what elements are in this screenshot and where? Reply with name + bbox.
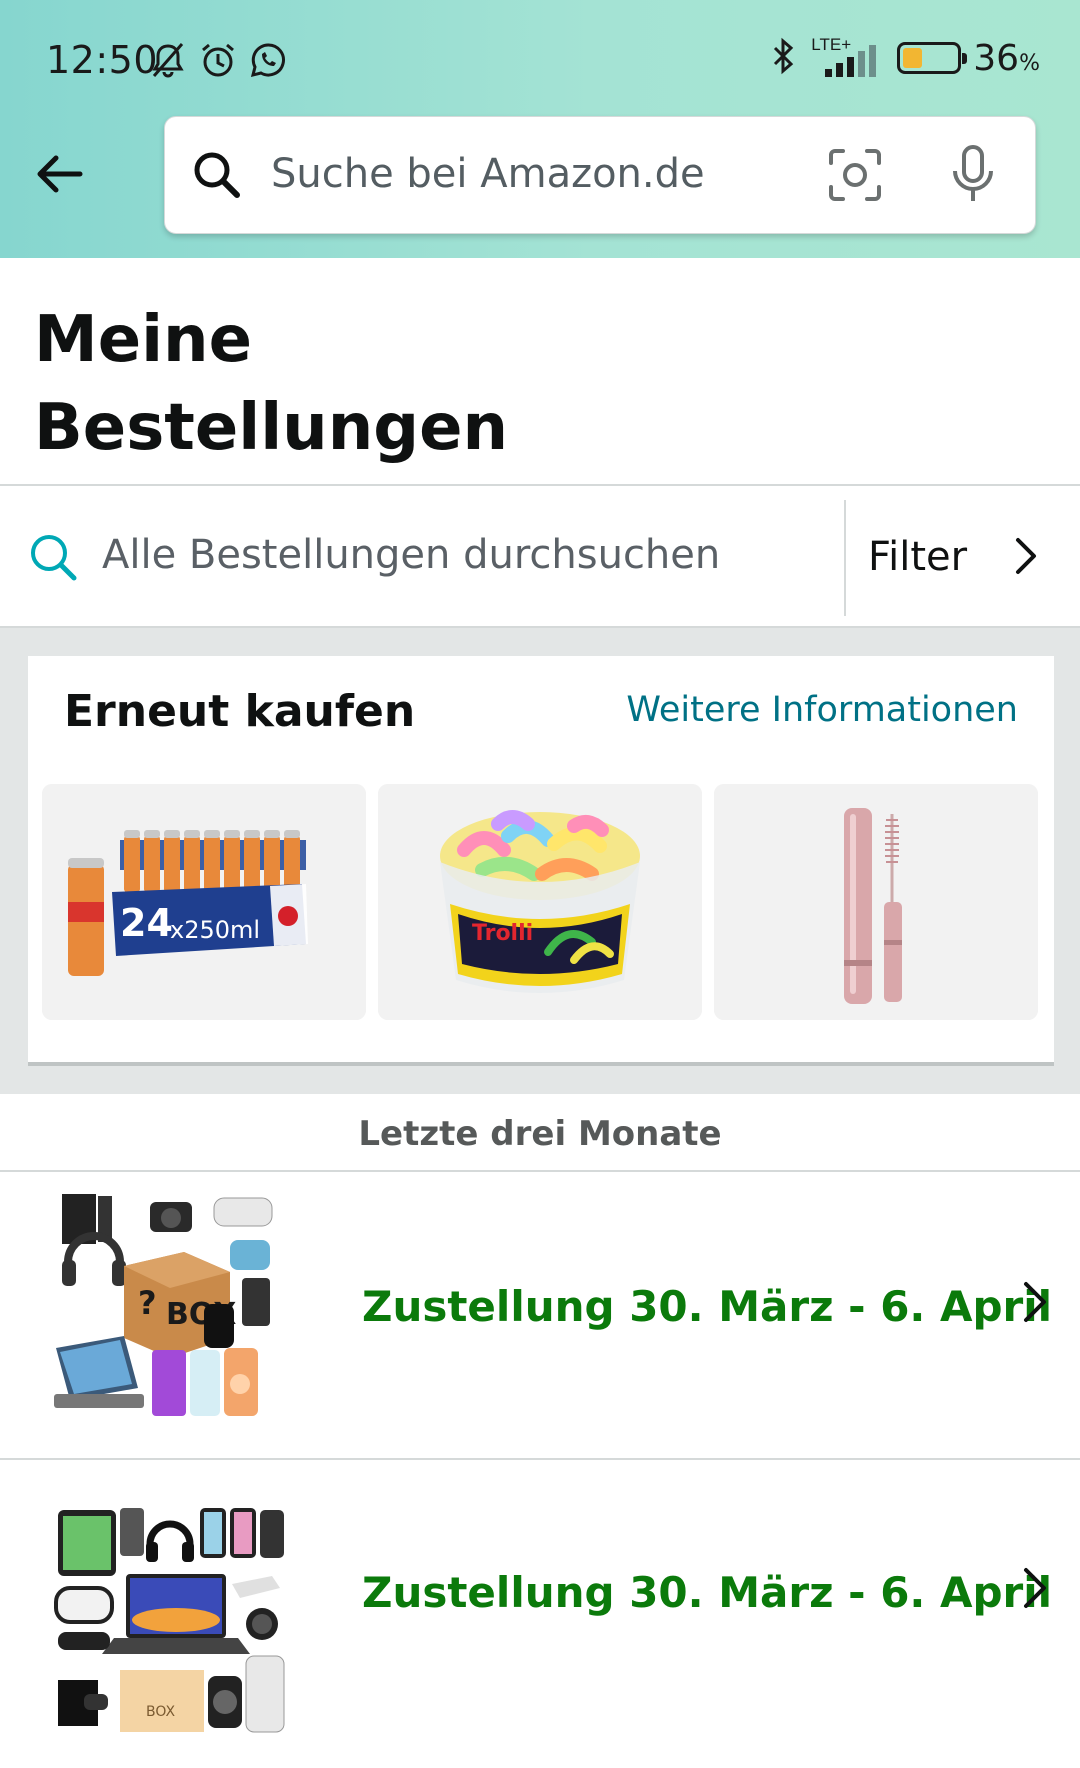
cellular-signal-icon: LTE+ [811,35,885,79]
buy-again-product-gummy-tub[interactable]: Trolli [378,784,702,1020]
order-search-row: Alle Bestellungen durchsuchen Filter [0,486,1080,626]
chevron-right-icon [1016,538,1036,574]
order-product-image: ? BOX [54,1188,290,1424]
page-title: Meine Bestellungen [34,303,509,465]
camera-scan-icon[interactable] [825,145,885,205]
arrow-left-icon [37,155,83,193]
energy-drink-pack-image: 24 x250ml [42,784,366,1020]
svg-text:BOX: BOX [146,1704,175,1720]
order-row[interactable]: ? BOX Zustellung 30. März - 6. April [0,1172,1080,1492]
buy-again-card: Erneut kaufen Weitere Informationen 24 x… [28,656,1054,1066]
filter-button[interactable]: Filter [846,486,1080,626]
mascara-image [714,784,1038,1020]
search-icon [194,152,240,198]
gummy-tub-image: Trolli [378,784,702,1020]
buy-again-title: Erneut kaufen [64,686,416,737]
battery-level [903,48,923,68]
order-search-input[interactable]: Alle Bestellungen durchsuchen [0,486,844,626]
whatsapp-icon [248,40,288,84]
buy-again-product-mascara[interactable] [714,784,1038,1020]
battery-icon [897,42,968,74]
search-placeholder: Suche bei Amazon.de [271,151,705,197]
back-button[interactable] [28,142,92,206]
svg-text:?: ? [138,1284,157,1322]
buy-again-product-energy-drink[interactable]: 24 x250ml [42,784,366,1020]
order-row[interactable]: BOX Zustellung 30. März - 6. April [0,1460,1080,1768]
buy-again-section: Erneut kaufen Weitere Informationen 24 x… [0,628,1080,1094]
delivery-status: Zustellung 30. März - 6. April [362,1282,1053,1331]
search-icon [31,535,77,581]
mystery-box-electronics-image: BOX [54,1504,290,1740]
microphone-icon[interactable] [945,143,1001,205]
bell-muted-icon [148,40,188,84]
mystery-box-electronics-image: ? BOX [54,1188,290,1424]
status-notification-icons [148,40,288,84]
svg-text:x250ml: x250ml [170,916,260,944]
chevron-right-icon [1024,1282,1046,1322]
amazon-search-bar[interactable]: Suche bei Amazon.de [164,116,1036,234]
bluetooth-icon [769,36,799,80]
filter-label: Filter [868,534,968,580]
battery-percent: 36% [973,37,1040,79]
order-product-image: BOX [54,1504,290,1740]
svg-text:Trolli: Trolli [472,921,533,946]
more-info-link[interactable]: Weitere Informationen [626,690,1018,730]
chevron-right-icon [1024,1568,1046,1608]
alarm-clock-icon [198,40,238,84]
orders-period-label: Letzte drei Monate [358,1114,722,1154]
order-search-placeholder: Alle Bestellungen durchsuchen [102,532,721,578]
status-system-icons: LTE+ 36% [769,35,1040,80]
app-header: 12:50 LTE+ 36% Suche bei Amazon.de [0,0,1080,258]
delivery-status: Zustellung 30. März - 6. April [362,1568,1053,1617]
status-time: 12:50 [46,38,159,82]
svg-text:24: 24 [120,901,173,945]
status-bar: 12:50 LTE+ 36% [0,0,1080,110]
